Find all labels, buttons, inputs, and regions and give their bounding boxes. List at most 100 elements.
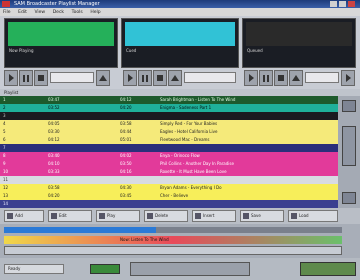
play-now-button[interactable]: Play: [96, 210, 140, 222]
delete-button[interactable]: Delete: [144, 210, 188, 222]
play-icon: [248, 74, 254, 82]
table-cell: 7: [3, 145, 6, 150]
table-row[interactable]: 14: [0, 200, 338, 208]
edit-button-label: Edit: [59, 213, 67, 218]
table-cell: 10: [3, 169, 9, 174]
deck-c-play-button[interactable]: [244, 70, 258, 86]
menu-file[interactable]: File: [3, 10, 11, 15]
load-button[interactable]: Load: [288, 210, 338, 222]
deck-a: Now Playing: [4, 18, 118, 68]
deck-b-play-button[interactable]: [123, 70, 137, 86]
table-cell: 13: [3, 193, 9, 198]
pause-icon: [23, 74, 29, 82]
table-row[interactable]: 9 04:10 03:50 Phil Collins - Another Day In…: [0, 160, 338, 168]
deck-a-info: Now Playing: [9, 48, 34, 53]
edit-button[interactable]: Edit: [48, 210, 92, 222]
table-cell: Bryan Adams - Everything I Do: [160, 185, 222, 190]
table-cell: Phil Collins - Another Day In Paradise: [160, 161, 234, 166]
scroll-thumb[interactable]: [342, 126, 356, 166]
table-cell: 03:45: [120, 193, 132, 198]
eject-icon: [171, 75, 179, 81]
table-cell: 4: [3, 121, 6, 126]
edit-icon: [51, 213, 57, 219]
deck-b: Cued: [121, 18, 239, 68]
table-cell: 04:02: [120, 153, 132, 158]
table-cell: Eagles - Hotel California Live: [160, 129, 218, 134]
stop-icon: [157, 75, 163, 81]
table-row[interactable]: 3: [0, 112, 338, 120]
table-cell: Sarah Brightman - Listen To The Wind: [160, 97, 236, 102]
go-live-button[interactable]: [300, 262, 356, 276]
queue-strip: [4, 246, 342, 255]
deck-a-pause-button[interactable]: [19, 70, 33, 86]
table-cell: Cher - Believe: [160, 193, 189, 198]
pause-icon: [263, 74, 269, 82]
table-cell: 03:50: [120, 161, 132, 166]
deck-c-volume-slider[interactable]: [305, 72, 339, 83]
table-row[interactable]: 10 03:33 04:16 Roxette - It Must Have Been …: [0, 168, 338, 176]
table-row[interactable]: 1 03:47 04:12 Sarah Brightman - Listen To T…: [0, 96, 338, 104]
status-panel: Now: Listen To The Wind: [0, 224, 360, 258]
save-button[interactable]: Save: [240, 210, 284, 222]
progress-track: [4, 227, 342, 233]
table-cell: Roxette - It Must Have Been Love: [160, 169, 227, 174]
deck-a-stop-button[interactable]: [34, 70, 48, 86]
table-cell: 04:30: [120, 185, 132, 190]
stop-icon: [38, 75, 44, 81]
table-cell: 04:20: [48, 193, 60, 198]
scroll-down-button[interactable]: [342, 192, 356, 204]
deck-b-stop-button[interactable]: [153, 70, 167, 86]
deck-c: Queued: [242, 18, 356, 68]
deck-b-eject-button[interactable]: [168, 70, 182, 86]
deck-c-display: [246, 22, 352, 46]
master-volume-slider[interactable]: [130, 262, 250, 276]
deck-c-stop-button[interactable]: [274, 70, 288, 86]
table-row[interactable]: 13 04:20 03:45 Cher - Believe: [0, 192, 338, 200]
menu-edit[interactable]: Edit: [18, 10, 27, 15]
menu-deck[interactable]: Deck: [53, 10, 64, 15]
table-cell: 9: [3, 161, 6, 166]
table-cell: 3: [3, 113, 6, 118]
progress-fill: [4, 227, 157, 233]
scroll-up-button[interactable]: [342, 100, 356, 112]
table-row[interactable]: 2 03:52 04:20 Enigma - Sadeness Part 1: [0, 104, 338, 112]
stop-icon: [278, 75, 284, 81]
table-cell: 03:58: [120, 121, 132, 126]
deck-a-volume-slider[interactable]: [50, 72, 94, 83]
table-row[interactable]: 11: [0, 176, 338, 184]
add-icon: [7, 213, 13, 219]
level-meter: [4, 236, 342, 244]
table-row[interactable]: 6 04:12 05:01 Fleetwood Mac - Dreams: [0, 136, 338, 144]
table-cell: 03:52: [48, 105, 60, 110]
close-button[interactable]: [348, 1, 355, 7]
table-row[interactable]: 12 03:58 04:30 Bryan Adams - Everything I D…: [0, 184, 338, 192]
deck-a-play-button[interactable]: [4, 70, 18, 86]
deck-a-eject-button[interactable]: [96, 70, 110, 86]
action-bar: Add Edit Play Delete Insert Save Load: [0, 208, 360, 224]
menu-tools[interactable]: Tools: [72, 10, 83, 15]
deck-b-volume-slider[interactable]: [184, 72, 236, 83]
deck-b-pause-button[interactable]: [138, 70, 152, 86]
deck-c-pause-button[interactable]: [259, 70, 273, 86]
deck-c-eject-button[interactable]: [289, 70, 303, 86]
play-icon: [127, 74, 133, 82]
add-button[interactable]: Add: [4, 210, 44, 222]
menu-help[interactable]: Help: [90, 10, 100, 15]
play-icon: [8, 74, 14, 82]
table-row[interactable]: 5 03:30 04:44 Eagles - Hotel California Liv…: [0, 128, 338, 136]
playlist-scrollbar[interactable]: [338, 96, 360, 208]
insert-button[interactable]: Insert: [192, 210, 236, 222]
table-row[interactable]: 4 04:05 03:58 Simply Red - For Your Babies: [0, 120, 338, 128]
load-button-label: Load: [299, 213, 309, 218]
playlist-table[interactable]: 1 03:47 04:12 Sarah Brightman - Listen To T…: [0, 96, 338, 208]
maximize-button[interactable]: [339, 1, 346, 7]
table-cell: Enigma - Sadeness Part 1: [160, 105, 212, 110]
menu-view[interactable]: View: [34, 10, 45, 15]
minimize-button[interactable]: [330, 1, 337, 7]
table-cell: 03:40: [48, 153, 60, 158]
deck-c-cue-button[interactable]: [341, 70, 355, 86]
table-row[interactable]: 7: [0, 144, 338, 152]
table-row[interactable]: 8 03:40 04:02 Enya - Orinoco Flow: [0, 152, 338, 160]
play-now-button-label: Play: [107, 213, 116, 218]
pause-icon: [142, 74, 148, 82]
